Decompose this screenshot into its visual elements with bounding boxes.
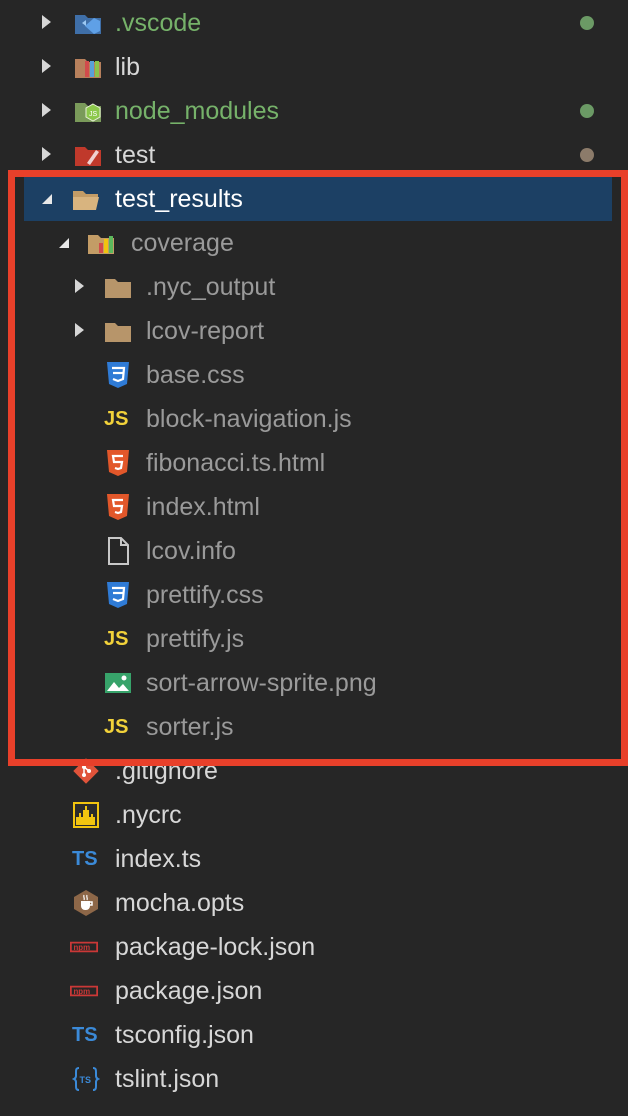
npm-glyph: npm xyxy=(74,943,91,952)
chevron-right-icon[interactable] xyxy=(42,59,51,73)
tree-item-label: mocha.opts xyxy=(115,889,245,917)
typescript-icon: TS xyxy=(72,848,98,870)
svg-text:JS: JS xyxy=(89,111,98,118)
tree-item-tsconfig-json[interactable]: TS tsconfig.json xyxy=(0,1013,628,1057)
tree-item-label: lib xyxy=(115,53,141,81)
npm-icon: npm xyxy=(70,985,98,997)
node-folder-icon: JS xyxy=(75,103,101,122)
tree-item-index-ts[interactable]: TS index.ts xyxy=(0,837,628,881)
test-folder-icon xyxy=(75,147,101,166)
tree-item-node-modules[interactable]: JS node_modules xyxy=(0,89,628,133)
tree-item-label: package-lock.json xyxy=(115,933,316,961)
highlight-box xyxy=(8,170,628,766)
file-explorer-tree: .vscode lib JS node_modules test test_re… xyxy=(0,0,628,1116)
tree-item-mocha-opts[interactable]: mocha.opts xyxy=(0,881,628,925)
tree-item-tslint-json[interactable]: TS tslint.json xyxy=(0,1057,628,1101)
tree-item-vscode[interactable]: .vscode xyxy=(0,1,628,45)
tree-item-label: .vscode xyxy=(115,9,202,37)
chevron-right-icon[interactable] xyxy=(42,103,51,117)
tree-item-label: index.ts xyxy=(115,845,202,873)
vscode-folder-icon xyxy=(75,15,101,34)
tree-item-label: test xyxy=(115,141,156,169)
tree-item-nycrc[interactable]: .nycrc xyxy=(0,793,628,837)
nycrc-icon xyxy=(73,802,99,828)
tree-item-lib[interactable]: lib xyxy=(0,45,628,89)
npm-icon: npm xyxy=(70,941,98,953)
tree-item-label: package.json xyxy=(115,977,263,1005)
git-status-dot xyxy=(580,16,594,30)
ts-glyph: TS xyxy=(72,1024,98,1046)
tree-item-package-lock-json[interactable]: npm package-lock.json xyxy=(0,925,628,969)
tree-item-label: node_modules xyxy=(115,97,280,125)
chevron-right-icon[interactable] xyxy=(42,147,51,161)
tsconfig-icon: TS xyxy=(72,1021,100,1049)
chevron-right-icon[interactable] xyxy=(42,15,51,29)
git-status-dot xyxy=(580,104,594,118)
tree-item-label: .nycrc xyxy=(115,801,182,829)
mocha-icon xyxy=(74,890,98,916)
tree-item-package-json[interactable]: npm package.json xyxy=(0,969,628,1013)
tslint-icon: TS xyxy=(72,1067,100,1091)
tree-item-label: tslint.json xyxy=(115,1065,220,1093)
ts-glyph: TS xyxy=(80,1075,92,1085)
git-status-dot xyxy=(580,148,594,162)
tree-item-label: tsconfig.json xyxy=(115,1021,254,1049)
npm-glyph: npm xyxy=(74,987,91,996)
lib-folder-icon xyxy=(75,59,101,78)
